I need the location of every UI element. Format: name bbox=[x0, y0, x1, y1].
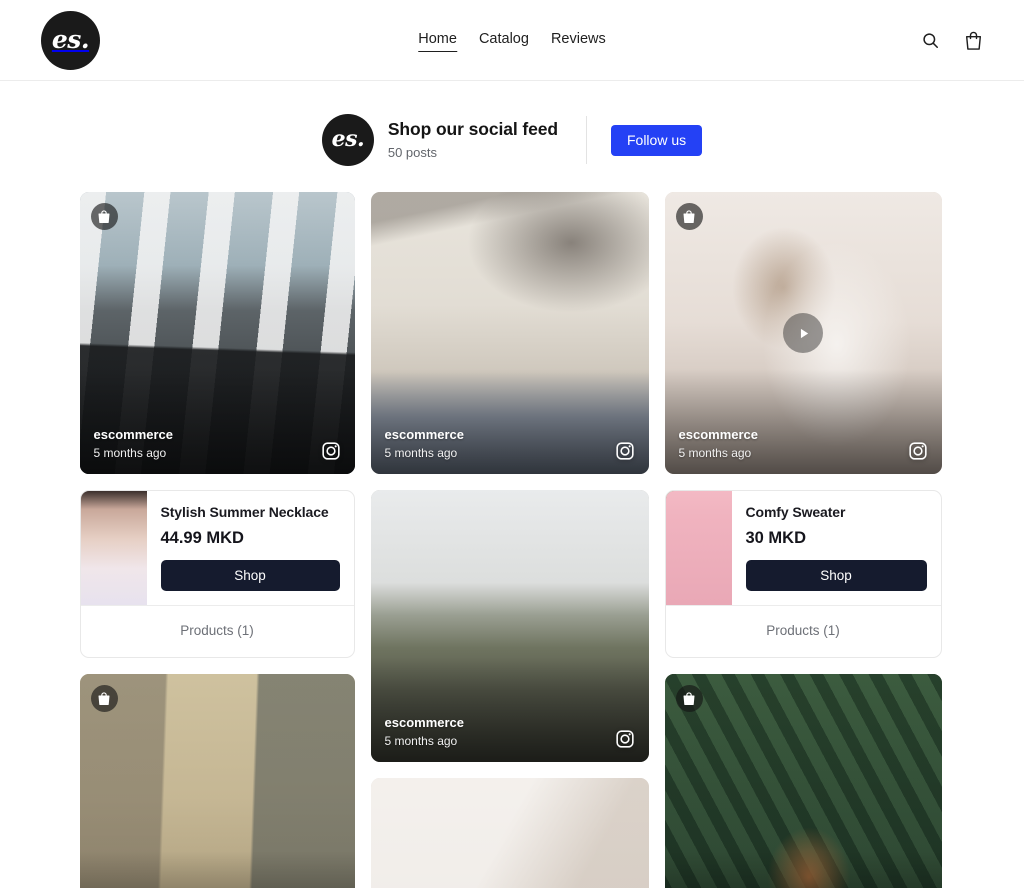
post-timestamp: 5 months ago bbox=[384, 446, 458, 460]
feed-post-card[interactable]: escommerce 5 months ago bbox=[370, 192, 649, 474]
post-timestamp: 5 months ago bbox=[384, 734, 458, 748]
post-meta: escommerce 5 months ago bbox=[385, 426, 465, 462]
site-header: es. Home Catalog Reviews bbox=[0, 0, 1024, 81]
site-logo[interactable]: es. bbox=[41, 10, 100, 70]
product-info: Comfy Sweater 30 MKD Shop bbox=[732, 491, 941, 605]
feed-column-2: escommerce 5 months ago escommerce 5 month… bbox=[370, 192, 649, 888]
feed-post-card[interactable] bbox=[664, 674, 942, 888]
products-count-footer[interactable]: Products (1) bbox=[665, 605, 941, 657]
post-meta: escommerce 5 months ago bbox=[385, 714, 465, 750]
product-body: Stylish Summer Necklace 44.99 MKD Shop bbox=[80, 491, 354, 605]
post-image bbox=[79, 674, 355, 888]
product-title: Stylish Summer Necklace bbox=[160, 504, 329, 520]
post-meta: escommerce 5 months ago bbox=[94, 426, 174, 462]
instagram-icon bbox=[615, 729, 635, 749]
shop-button[interactable]: Shop bbox=[745, 560, 927, 591]
product-price: 44.99 MKD bbox=[160, 529, 244, 547]
feed-header-divider bbox=[585, 116, 587, 164]
feed-avatar-text: es. bbox=[331, 126, 365, 152]
post-username: escommerce bbox=[678, 427, 759, 442]
post-image bbox=[664, 674, 942, 888]
follow-us-button[interactable]: Follow us bbox=[610, 124, 703, 156]
search-icon[interactable] bbox=[919, 28, 941, 52]
product-price: 30 MKD bbox=[745, 529, 807, 547]
post-image bbox=[370, 778, 649, 888]
nav-item-home[interactable]: Home bbox=[418, 29, 457, 52]
instagram-icon bbox=[321, 441, 341, 461]
product-card: Comfy Sweater 30 MKD Shop Products (1) bbox=[664, 490, 942, 658]
site-logo-text: es. bbox=[51, 24, 90, 54]
product-card: Stylish Summer Necklace 44.99 MKD Shop Prod… bbox=[79, 490, 355, 658]
feed-column-1: escommerce 5 months ago Stylish Summer Ne… bbox=[79, 192, 355, 888]
cart-icon[interactable] bbox=[962, 28, 984, 52]
shopping-bag-icon[interactable] bbox=[90, 203, 118, 230]
post-username: escommerce bbox=[384, 715, 465, 730]
product-thumbnail[interactable] bbox=[665, 491, 732, 605]
feed-column-3: escommerce 5 months ago Comfy Sweater 30 M… bbox=[664, 192, 942, 888]
post-username: escommerce bbox=[93, 427, 174, 442]
feed-post-card[interactable] bbox=[370, 778, 649, 888]
feed-avatar: es. bbox=[321, 114, 374, 166]
post-username: escommerce bbox=[384, 427, 465, 442]
feed-post-card[interactable]: escommerce 5 months ago bbox=[370, 490, 649, 762]
shop-button[interactable]: Shop bbox=[160, 560, 340, 591]
main-navigation: Home Catalog Reviews bbox=[418, 29, 606, 52]
post-meta: escommerce 5 months ago bbox=[679, 426, 759, 462]
product-body: Comfy Sweater 30 MKD Shop bbox=[665, 491, 941, 605]
product-title: Comfy Sweater bbox=[745, 504, 846, 520]
feed-post-card[interactable] bbox=[79, 674, 355, 888]
shopping-bag-icon[interactable] bbox=[675, 203, 703, 230]
play-icon[interactable] bbox=[783, 313, 823, 353]
post-timestamp: 5 months ago bbox=[678, 446, 752, 460]
instagram-icon bbox=[615, 441, 635, 461]
shopping-bag-icon[interactable] bbox=[90, 685, 118, 712]
feed-post-count: 50 posts bbox=[387, 145, 438, 160]
social-feed-grid: escommerce 5 months ago Stylish Summer Ne… bbox=[79, 192, 945, 888]
header-actions bbox=[919, 28, 984, 52]
feed-post-card[interactable]: escommerce 5 months ago bbox=[79, 192, 355, 474]
product-thumbnail[interactable] bbox=[80, 491, 147, 605]
nav-item-catalog[interactable]: Catalog bbox=[479, 29, 529, 51]
product-info: Stylish Summer Necklace 44.99 MKD Shop bbox=[147, 491, 354, 605]
post-timestamp: 5 months ago bbox=[93, 446, 167, 460]
nav-item-reviews[interactable]: Reviews bbox=[551, 29, 606, 51]
feed-title: Shop our social feed bbox=[387, 119, 558, 139]
products-count-footer[interactable]: Products (1) bbox=[80, 605, 354, 657]
instagram-icon bbox=[908, 441, 928, 461]
shopping-bag-icon[interactable] bbox=[675, 685, 703, 712]
social-feed-header: es. Shop our social feed 50 posts Follow… bbox=[0, 81, 1024, 192]
feed-post-card[interactable]: escommerce 5 months ago bbox=[664, 192, 942, 474]
